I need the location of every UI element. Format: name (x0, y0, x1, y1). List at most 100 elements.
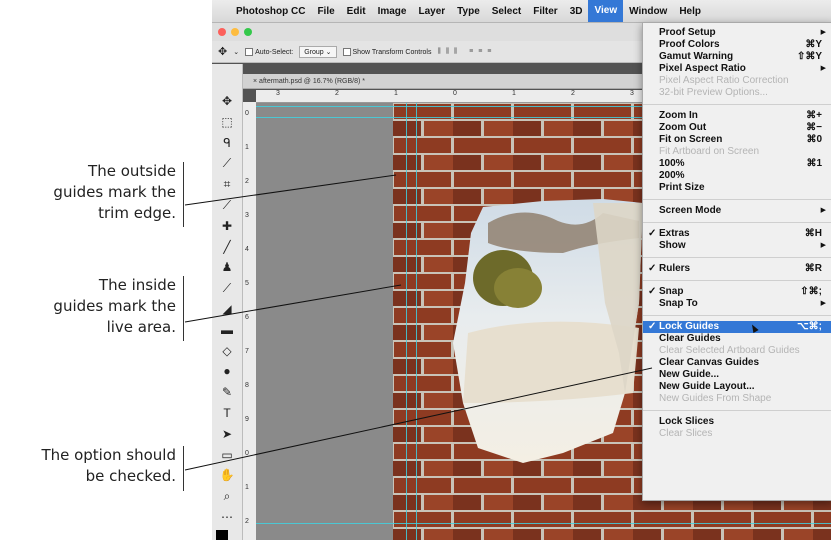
ruler-tick-label: 6 (245, 314, 249, 321)
menu-item-proof-colors[interactable]: Proof Colors ⌘Y (643, 39, 831, 51)
show-transform-checkbox[interactable]: Show Transform Controls (342, 47, 432, 56)
menu-item-rulers[interactable]: ✓ Rulers ⌘R (643, 263, 831, 275)
lasso-tool-icon[interactable]: ᑫ (216, 134, 238, 152)
menu-item-screen-mode[interactable]: Screen Mode ▶ (643, 205, 831, 217)
menu-edit[interactable]: Edit (341, 6, 372, 17)
mouse-cursor-icon (749, 323, 759, 333)
menu-layer[interactable]: Layer (412, 6, 451, 17)
ruler-tick-label: 7 (245, 348, 249, 355)
brush-tool-icon[interactable]: ╱ (216, 238, 238, 256)
menu-item-lock-guides[interactable]: ✓ Lock Guides ⌥⌘; (643, 321, 831, 333)
menu-window[interactable]: Window (623, 6, 673, 17)
menu-view[interactable]: View (588, 0, 624, 22)
annotation-bar (183, 446, 184, 491)
menu-select[interactable]: Select (486, 6, 527, 17)
menu-item-show[interactable]: Show ▶ (643, 240, 831, 252)
menu-item-print-size[interactable]: Print Size (643, 182, 831, 194)
annotation-bar (183, 162, 184, 227)
menu-item-new-guide-layout[interactable]: New Guide Layout... (643, 381, 831, 393)
menu-photoshop[interactable]: Photoshop CC (230, 6, 311, 17)
menu-item-label: Screen Mode (659, 205, 722, 216)
menu-item-clear-selected-artboard-guides: Clear Selected Artboard Guides (643, 345, 831, 357)
align-icons[interactable]: ⫼⫼⫼ ≡≡≡ (438, 48, 497, 56)
annotation-line: The option should (41, 446, 176, 464)
chevron-down-icon[interactable]: ⌄ (233, 48, 239, 56)
healing-tool-icon[interactable]: ✚ (216, 217, 238, 235)
more-tools-icon[interactable]: ⋯ (216, 508, 238, 526)
auto-select-dropdown[interactable]: Group ⌄ (299, 45, 337, 58)
submenu-arrow-icon: ▶ (820, 29, 826, 36)
marquee-tool-icon[interactable]: ⬚ (216, 113, 238, 131)
menu-item-label: 100% (659, 158, 685, 169)
menu-item-label: Pixel Aspect Ratio (659, 63, 746, 74)
eyedropper-tool-icon[interactable]: ⟋ (216, 196, 238, 214)
menu-item-extras[interactable]: ✓ Extras ⌘H (643, 228, 831, 240)
menu-filter[interactable]: Filter (527, 6, 563, 17)
annotation-line: guides mark the (53, 297, 176, 315)
menu-item-shortcut: ⌥⌘; (797, 321, 822, 332)
menu-item-label: Clear Slices (659, 428, 713, 439)
rectangle-tool-icon[interactable]: ▭ (216, 446, 238, 464)
path-select-tool-icon[interactable]: ➤ (216, 425, 238, 443)
stamp-tool-icon[interactable]: ♟ (216, 258, 238, 276)
ruler-tick-label: 8 (245, 382, 249, 389)
menu-item-clear-canvas-guides[interactable]: Clear Canvas Guides (643, 357, 831, 369)
close-window-button[interactable] (218, 28, 226, 36)
menu-item-pixel-aspect-ratio[interactable]: Pixel Aspect Ratio ▶ (643, 63, 831, 75)
history-brush-tool-icon[interactable]: ⟋ (216, 279, 238, 297)
menu-item-zoom-in[interactable]: Zoom In ⌘+ (643, 110, 831, 122)
vertical-ruler[interactable]: 0 1 2 3 4 5 6 7 8 9 0 1 2 (243, 102, 257, 540)
menu-item-proof-setup[interactable]: Proof Setup ▶ (643, 27, 831, 39)
menu-item-shortcut: ⌘1 (806, 158, 822, 169)
dodge-tool-icon[interactable]: ● (216, 362, 238, 380)
quick-select-tool-icon[interactable]: ⟋ (216, 154, 238, 172)
auto-select-checkbox[interactable]: Auto-Select: (245, 47, 293, 56)
submenu-arrow-icon: ▶ (820, 242, 826, 249)
menu-item-fit-on-screen[interactable]: Fit on Screen ⌘0 (643, 134, 831, 146)
blur-tool-icon[interactable]: ◇ (216, 342, 238, 360)
eraser-tool-icon[interactable]: ◢ (216, 300, 238, 318)
menu-item-new-guide[interactable]: New Guide... (643, 369, 831, 381)
menu-item-clear-guides[interactable]: Clear Guides (643, 333, 831, 345)
menu-3d[interactable]: 3D (564, 6, 589, 17)
crop-tool-icon[interactable]: ⌗ (216, 175, 238, 193)
menu-help[interactable]: Help (673, 6, 707, 17)
document-title: aftermath.psd @ 16.7% (RGB/8) * (259, 78, 365, 85)
menu-item-zoom-out[interactable]: Zoom Out ⌘− (643, 122, 831, 134)
ruler-tick-label: 0 (453, 90, 457, 97)
ruler-tick-label: 4 (245, 246, 249, 253)
ruler-tick-label: 9 (245, 416, 249, 423)
annotation-inside-guides: The inside guides mark the live area. (0, 275, 176, 338)
menu-file[interactable]: File (311, 6, 340, 17)
menu-item-label: Print Size (659, 182, 705, 193)
checkmark-icon: ✓ (648, 228, 657, 239)
menu-item-new-guides-from-shape: New Guides From Shape (643, 393, 831, 405)
menu-item-snap-to[interactable]: Snap To ▶ (643, 298, 831, 310)
menu-item-lock-slices[interactable]: Lock Slices (643, 416, 831, 428)
menu-item-label: Clear Guides (659, 333, 721, 344)
annotation-line: The outside (88, 162, 176, 180)
menu-item-gamut-warning[interactable]: Gamut Warning ⇧⌘Y (643, 51, 831, 63)
move-tool-icon[interactable]: ✥ (218, 45, 227, 58)
minimize-window-button[interactable] (231, 28, 239, 36)
tools-panel: ✥ ⬚ ᑫ ⟋ ⌗ ⟋ ✚ ╱ ♟ ⟋ ◢ ▬ ◇ ● ✎ T ➤ ▭ ✋ ⌕ ⋯ (212, 64, 243, 540)
menu-item-label: New Guide... (659, 369, 720, 380)
menu-item-label: Lock Guides (659, 321, 720, 332)
foreground-color-swatch[interactable] (216, 530, 228, 540)
menu-item-pixel-aspect-ratio-correction: Pixel Aspect Ratio Correction (643, 75, 831, 87)
menu-item-100[interactable]: 100% ⌘1 (643, 158, 831, 170)
pen-tool-icon[interactable]: ✎ (216, 383, 238, 401)
menu-item-label: Clear Selected Artboard Guides (659, 345, 800, 356)
menu-item-snap[interactable]: ✓ Snap ⇧⌘; (643, 286, 831, 298)
menu-item-label: 200% (659, 170, 685, 181)
type-tool-icon[interactable]: T (216, 404, 238, 422)
menu-item-200[interactable]: 200% (643, 170, 831, 182)
menu-type[interactable]: Type (451, 6, 486, 17)
hand-tool-icon[interactable]: ✋ (216, 466, 238, 484)
zoom-window-button[interactable] (244, 28, 252, 36)
gradient-tool-icon[interactable]: ▬ (216, 321, 238, 339)
menu-image[interactable]: Image (372, 6, 413, 17)
zoom-tool-icon[interactable]: ⌕ (216, 487, 238, 505)
menu-item-label: Gamut Warning (659, 51, 734, 62)
move-tool-icon[interactable]: ✥ (216, 92, 238, 110)
